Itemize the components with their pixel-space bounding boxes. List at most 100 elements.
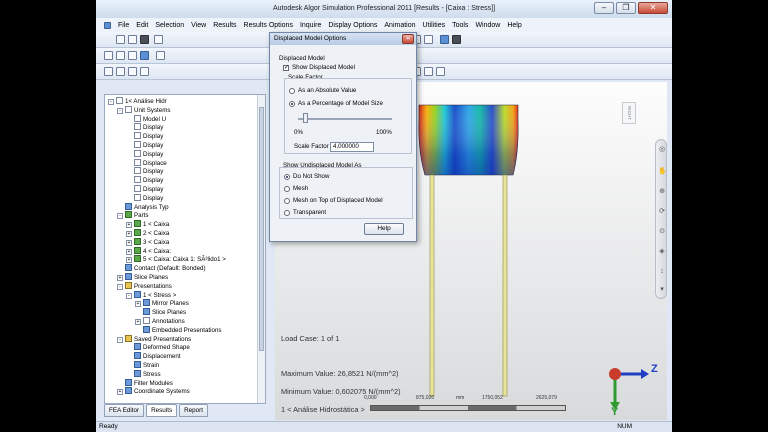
absolute-value-radio[interactable] bbox=[289, 88, 295, 94]
tree-expander-icon[interactable]: + bbox=[126, 239, 132, 246]
navbar-menu-icon[interactable]: ▾ bbox=[658, 286, 666, 294]
binoculars-icon[interactable] bbox=[452, 35, 461, 44]
menu-animation[interactable]: Animation bbox=[384, 22, 415, 29]
new-file-icon[interactable] bbox=[116, 35, 125, 44]
tree-scrollbar-thumb[interactable] bbox=[259, 107, 264, 351]
menu-tools[interactable]: Tools bbox=[452, 22, 468, 29]
tree-item[interactable]: Display bbox=[126, 141, 163, 150]
scale-factor-input[interactable]: 4,000000 bbox=[330, 142, 374, 152]
tree-expander-icon[interactable]: + bbox=[126, 231, 132, 237]
save-icon[interactable] bbox=[140, 35, 149, 44]
menu-utilities[interactable]: Utilities bbox=[423, 22, 446, 29]
next-frame-icon[interactable] bbox=[140, 67, 149, 76]
zoom-fit-icon[interactable] bbox=[128, 51, 137, 60]
tree-item[interactable]: +3 < Caixa bbox=[126, 237, 169, 247]
tree-item[interactable]: Display bbox=[126, 123, 163, 132]
mesh-on-top-radio[interactable] bbox=[284, 198, 290, 204]
tree-item[interactable]: Deformed Shape bbox=[126, 343, 190, 352]
look-icon[interactable]: ◈ bbox=[658, 248, 666, 256]
tree-item[interactable]: Display bbox=[126, 176, 163, 185]
tab-results[interactable]: Results bbox=[146, 404, 178, 417]
menu-results-options[interactable]: Results Options bbox=[244, 22, 293, 29]
menu-inquire[interactable]: Inquire bbox=[300, 22, 321, 29]
tree-item[interactable]: Analysis Typ bbox=[117, 202, 169, 212]
tree-expander-icon[interactable]: - bbox=[108, 99, 114, 105]
tree-expander-icon[interactable]: + bbox=[126, 248, 132, 255]
report-icon[interactable] bbox=[436, 67, 445, 76]
print-icon[interactable] bbox=[154, 35, 163, 44]
restore-button[interactable]: ❐ bbox=[616, 2, 636, 14]
tree-item[interactable]: Display bbox=[126, 132, 163, 141]
tree-expander-icon[interactable]: + bbox=[135, 319, 141, 325]
tree-item[interactable]: Contact (Default: Bonded) bbox=[117, 264, 206, 273]
tree-item[interactable]: Display bbox=[126, 185, 163, 194]
tree-item[interactable]: - 1< Análise Hidr bbox=[108, 97, 167, 106]
tree-expander-icon[interactable]: - bbox=[117, 213, 123, 220]
tree-item[interactable]: Slice Planes bbox=[135, 308, 186, 317]
menu-view[interactable]: View bbox=[191, 22, 206, 29]
close-button[interactable]: ✕ bbox=[638, 2, 668, 14]
play-icon[interactable] bbox=[128, 67, 137, 76]
first-frame-icon[interactable] bbox=[104, 67, 113, 76]
tree-item[interactable]: Display bbox=[126, 193, 163, 203]
open-folder-icon[interactable] bbox=[128, 35, 137, 44]
tree-expander-icon[interactable]: - bbox=[126, 292, 132, 299]
tree-item[interactable]: +5 < Caixa: Caixa 1: SÃ³lido1 > bbox=[126, 255, 226, 264]
menu-file[interactable]: File bbox=[118, 22, 129, 29]
orbit-icon[interactable]: ⟳ bbox=[658, 208, 666, 216]
tree-item[interactable]: Model U bbox=[126, 114, 166, 124]
tab-fea-editor[interactable]: FEA Editor bbox=[104, 404, 145, 417]
tree-expander-icon[interactable]: + bbox=[126, 222, 132, 229]
tree-item[interactable]: - Saved Presentations bbox=[117, 334, 191, 344]
capture-icon[interactable] bbox=[424, 67, 433, 76]
scale-slider-track[interactable] bbox=[298, 118, 392, 120]
tree-item[interactable]: Filter Modules bbox=[117, 378, 173, 388]
viewcube[interactable]: RIGHT bbox=[622, 102, 636, 124]
tree-item[interactable]: + Slice Planes bbox=[117, 273, 168, 282]
steering-wheel-icon[interactable]: ◎ bbox=[658, 146, 666, 154]
zoom-in-icon[interactable] bbox=[140, 51, 149, 60]
help-button[interactable]: Help bbox=[364, 223, 404, 235]
scale-slider-thumb[interactable] bbox=[302, 113, 308, 123]
tree-item[interactable]: Display bbox=[126, 149, 163, 159]
tree-item[interactable]: + Annotations bbox=[135, 317, 185, 326]
tree-item[interactable]: - Unit Systems bbox=[117, 105, 170, 115]
palette-icon[interactable] bbox=[440, 35, 449, 44]
tree-item[interactable]: Displacement bbox=[126, 352, 181, 361]
pan-hand-icon[interactable]: ✋ bbox=[658, 168, 667, 176]
tree-item[interactable]: - Presentations bbox=[117, 281, 172, 291]
tree-item[interactable]: Displace bbox=[126, 158, 167, 168]
tree-expander-icon[interactable]: + bbox=[135, 301, 141, 308]
menu-help[interactable]: Help bbox=[507, 22, 521, 29]
center-icon[interactable]: ⊙ bbox=[658, 228, 666, 236]
tree-item[interactable]: +2 < Caixa bbox=[126, 229, 169, 238]
tree-item[interactable]: Stress bbox=[126, 369, 161, 379]
tree-expander-icon[interactable]: + bbox=[117, 275, 123, 281]
mesh-radio[interactable] bbox=[284, 186, 290, 192]
transparent-radio[interactable] bbox=[284, 210, 290, 216]
menu-display-options[interactable]: Display Options bbox=[328, 22, 377, 29]
tree-item[interactable]: + Mirror Planes bbox=[135, 299, 189, 308]
tree-expander-icon[interactable]: - bbox=[117, 107, 123, 114]
tree-item[interactable]: +4 < Caixa: bbox=[126, 246, 171, 256]
menu-edit[interactable]: Edit bbox=[136, 22, 148, 29]
zoom-icon[interactable]: ⊕ bbox=[658, 188, 666, 196]
grid-icon[interactable] bbox=[424, 35, 433, 44]
tree-item[interactable]: + Coordinate Systems bbox=[117, 387, 190, 396]
tree-item[interactable]: - Parts bbox=[117, 211, 148, 220]
menu-results[interactable]: Results bbox=[213, 22, 236, 29]
do-not-show-radio[interactable] bbox=[284, 174, 290, 180]
select-icon[interactable] bbox=[104, 51, 113, 60]
dialog-close-button[interactable]: ✕ bbox=[402, 34, 414, 44]
walk-icon[interactable]: ↕ bbox=[658, 268, 666, 276]
zoom-icon[interactable] bbox=[116, 51, 125, 60]
tree-item[interactable]: Display bbox=[126, 167, 163, 176]
percentage-radio[interactable] bbox=[289, 101, 295, 107]
tree-item[interactable]: Strain bbox=[126, 361, 159, 370]
tree-item[interactable]: +1 < Caixa bbox=[126, 220, 169, 229]
tree-expander-icon[interactable]: + bbox=[126, 257, 132, 264]
minimize-button[interactable]: – bbox=[594, 2, 614, 14]
show-displaced-checkbox[interactable]: ✓ bbox=[283, 65, 289, 71]
tab-report[interactable]: Report bbox=[179, 404, 209, 417]
menu-window[interactable]: Window bbox=[475, 22, 500, 29]
